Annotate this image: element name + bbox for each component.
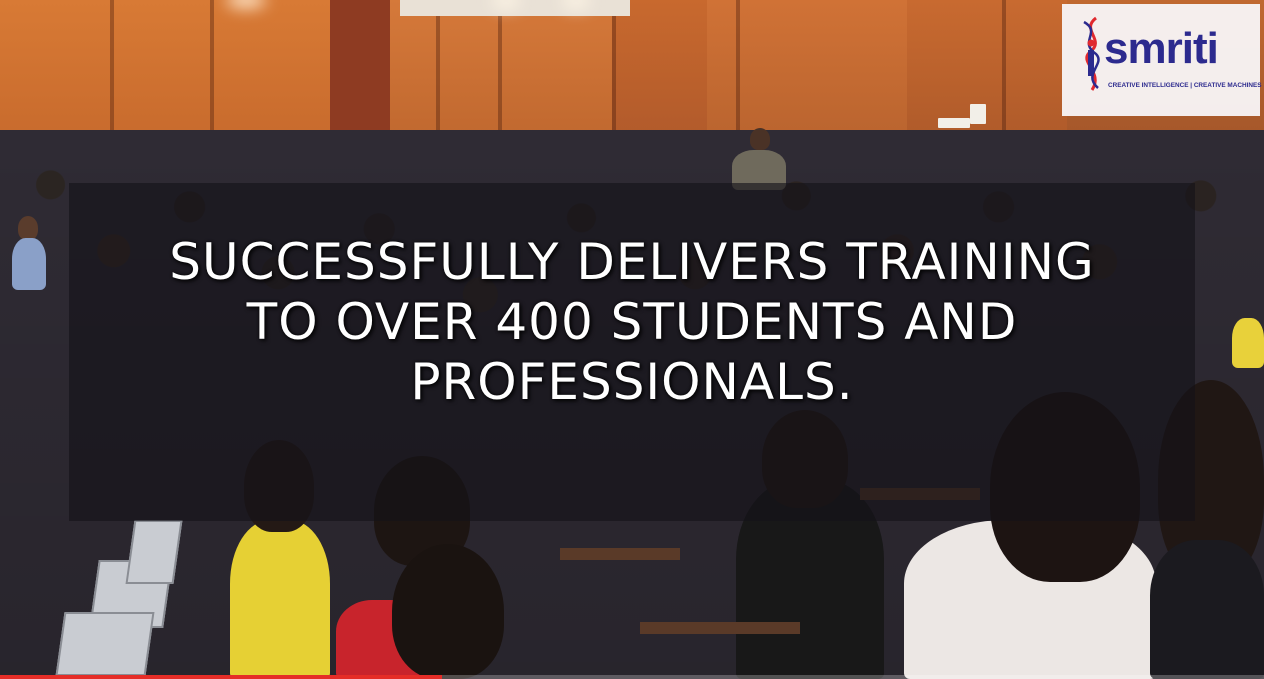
caption-line-3: professionals. (410, 353, 854, 411)
logo-tagline: CREATIVE INTELLIGENCE | CREATIVE MACHINE… (1108, 82, 1262, 89)
video-caption: Successfully delivers training to over 4… (69, 232, 1195, 412)
video-progress-bar[interactable] (0, 675, 1264, 679)
video-progress-fill (0, 675, 443, 679)
logo-wordmark: smriti (1104, 24, 1219, 73)
caption-line-1: Successfully delivers training (169, 233, 1095, 291)
smriti-logo: smriti CREATIVE INTELLIGENCE | CREATIVE … (1062, 4, 1262, 116)
caption-line-2: to over 400 students and (246, 293, 1018, 351)
video-frame[interactable]: Successfully delivers training to over 4… (0, 0, 1264, 679)
